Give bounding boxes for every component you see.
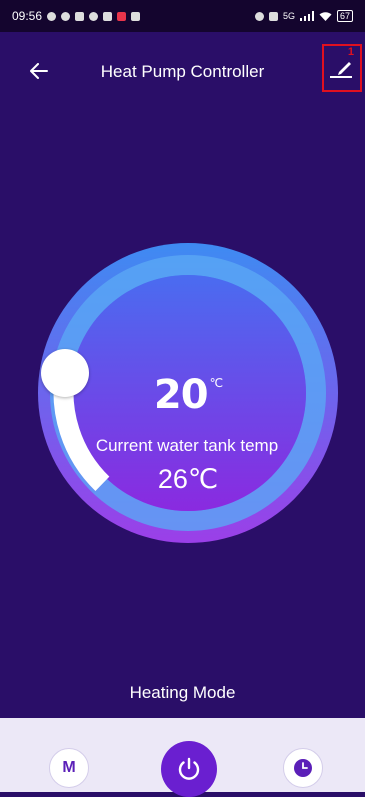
power-button[interactable] xyxy=(161,741,217,797)
temperature-dial[interactable]: 20 ℃ Current water tank temp 26℃ xyxy=(38,243,338,543)
status-bar: 09:56 5G 67 xyxy=(0,0,365,32)
mode-button[interactable]: M xyxy=(49,748,89,788)
mode-label: Heating Mode xyxy=(129,683,236,702)
bottom-toolbar: M xyxy=(0,718,365,797)
app-icon xyxy=(103,11,113,21)
dial-thumb[interactable] xyxy=(41,349,89,397)
status-right: 5G 67 xyxy=(254,10,353,22)
message-icon xyxy=(61,11,71,21)
edit-pencil-icon xyxy=(330,62,352,78)
tank-temperature-label: Current water tank temp xyxy=(95,436,279,455)
annotation-marker: 1 xyxy=(347,46,354,58)
power-icon xyxy=(178,757,200,780)
nfc-icon xyxy=(268,11,278,21)
notification-icon xyxy=(47,11,57,21)
signal-icon xyxy=(299,11,314,21)
mode-button-label: M xyxy=(62,759,76,776)
bell-icon xyxy=(89,11,99,21)
status-time: 09:56 xyxy=(12,9,43,23)
page-title: Heat Pump Controller xyxy=(100,62,265,81)
tank-temperature-value: 26℃ xyxy=(157,464,219,494)
clock-icon xyxy=(294,759,312,777)
set-temperature-value: 20 xyxy=(153,372,209,418)
signal-label: 5G xyxy=(282,11,295,21)
app-icon xyxy=(117,11,127,21)
wifi-icon xyxy=(319,12,332,21)
app-icon xyxy=(75,11,85,21)
alarm-icon xyxy=(254,11,264,21)
app-icon xyxy=(131,11,141,21)
edit-button[interactable]: 1 xyxy=(322,44,362,92)
set-temperature-unit: ℃ xyxy=(209,376,224,390)
app-header: Heat Pump Controller 1 xyxy=(0,32,365,110)
timer-button[interactable] xyxy=(283,748,323,788)
status-left: 09:56 xyxy=(12,9,141,23)
battery-icon: 67 xyxy=(336,10,353,22)
